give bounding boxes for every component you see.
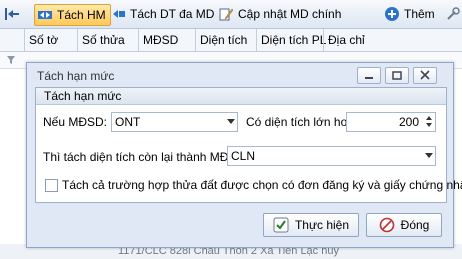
group-header: Tách hạn mức	[36, 88, 446, 105]
area-stepper[interactable]: 200	[346, 112, 436, 132]
chevron-down-icon	[425, 153, 433, 158]
add-button[interactable]: Thêm	[384, 4, 435, 24]
remain-label: Thì tách diện tích còn lại thành MĐSD:	[43, 150, 249, 164]
split-multi-purpose-button[interactable]: Tách DT đa MD	[112, 4, 214, 24]
split-arrow-icon	[113, 10, 125, 18]
limit-group: Tách hạn mức Nếu MĐSD: ONT Có diện tích …	[35, 87, 462, 203]
grid-header: Số tờ Số thửa MĐSD Diện tích Diện tích P…	[0, 29, 462, 52]
back-button[interactable]	[4, 4, 20, 24]
close-label: Đóng	[400, 218, 430, 232]
cancel-icon	[379, 217, 394, 233]
toolbar: Tách HM Tách DT đa MD Cập nhật MD chính …	[0, 0, 462, 29]
filter-icon	[7, 56, 15, 64]
minimize-button[interactable]	[357, 67, 381, 84]
include-registered-checkbox[interactable]	[45, 179, 58, 192]
column-header[interactable]: Diện tích PL	[256, 29, 326, 51]
column-header[interactable]: MĐSD	[138, 29, 195, 51]
split-limit-dialog: Tách hạn mức Tách hạn mức Nếu MĐSD: ONT …	[26, 62, 462, 248]
column-header[interactable]: Diện tích	[195, 29, 256, 51]
column-header[interactable]: Số tờ	[24, 29, 77, 51]
split-icon	[38, 11, 52, 19]
spin-up-icon[interactable]	[426, 116, 432, 120]
back-arrow-icon	[5, 8, 19, 20]
plus-circle-icon	[385, 7, 399, 21]
split-limit-label: Tách HM	[57, 8, 106, 22]
add-label: Thêm	[404, 7, 435, 21]
remain-select[interactable]: CLN	[227, 146, 436, 166]
area-value: 200	[398, 115, 419, 129]
chevron-down-icon	[227, 119, 235, 124]
split-limit-button[interactable]: Tách HM	[34, 4, 111, 26]
tools-icon	[447, 7, 460, 20]
edit-icon	[219, 8, 234, 21]
mdsd-label: Nếu MĐSD:	[43, 115, 108, 129]
column-header[interactable]: Số thửa	[77, 29, 138, 51]
maximize-icon	[392, 71, 402, 80]
spin-down-icon[interactable]	[426, 123, 432, 127]
group-title: Tách hạn mức	[44, 89, 122, 103]
close-icon	[420, 70, 430, 80]
execute-label: Thực hiện	[294, 218, 350, 232]
execute-button[interactable]: Thực hiện	[263, 213, 359, 237]
check-icon	[273, 217, 289, 233]
split-multi-purpose-label: Tách DT đa MD	[130, 7, 215, 21]
dialog-title: Tách hạn mức	[37, 69, 115, 83]
remain-value: CLN	[231, 149, 256, 163]
maximize-button[interactable]	[385, 67, 409, 84]
more-button[interactable]	[446, 4, 460, 24]
minimize-icon	[365, 77, 373, 79]
area-label: Có diện tích lớn hơn	[246, 115, 356, 129]
close-window-button[interactable]	[413, 67, 437, 84]
update-main-purpose-label: Cập nhật MD chính	[238, 7, 342, 21]
mdsd-select[interactable]: ONT	[111, 112, 238, 132]
column-header[interactable]: Địa chỉ	[323, 29, 462, 51]
include-registered-label: Tách cả trường hợp thửa đất được chọn có…	[62, 178, 462, 192]
mdsd-value: ONT	[115, 115, 141, 129]
update-main-purpose-button[interactable]: Cập nhật MD chính	[218, 4, 341, 24]
close-button[interactable]: Đóng	[366, 213, 442, 237]
